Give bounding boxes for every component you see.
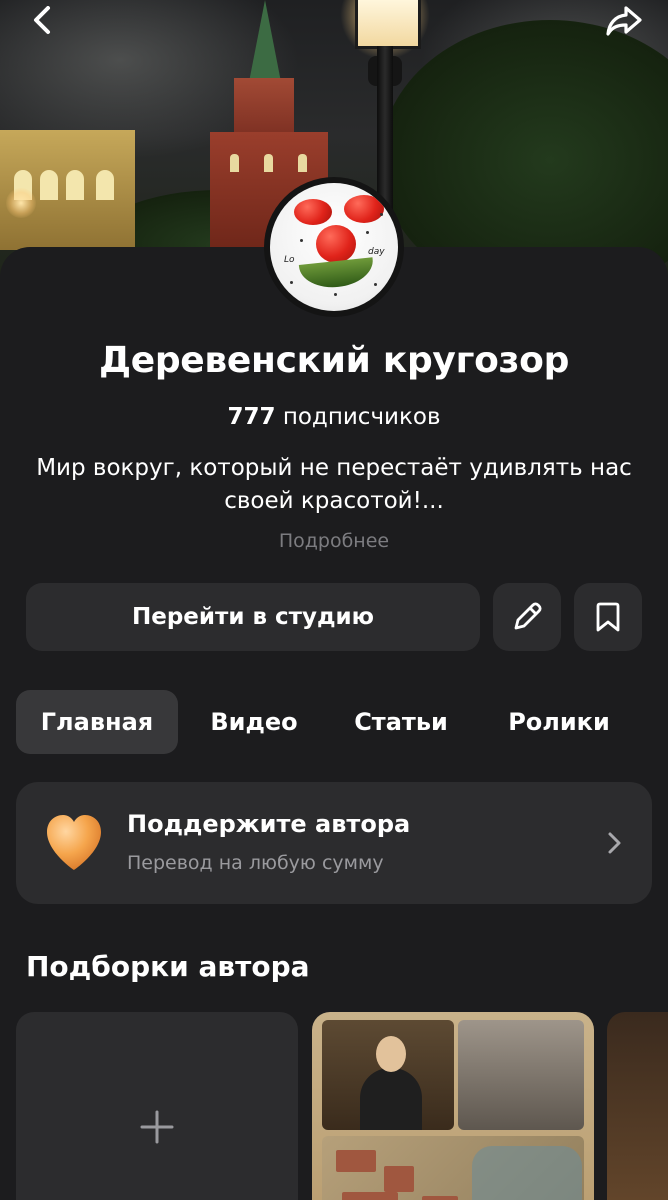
more-link[interactable]: Подробнее: [0, 530, 668, 552]
tab-shorts[interactable]: Ролики: [490, 690, 628, 754]
street-lamp: [355, 0, 421, 49]
go-to-studio-button[interactable]: Перейти в студию: [26, 583, 480, 651]
avatar-image: Lo day: [270, 183, 398, 311]
add-collection-button[interactable]: [16, 1012, 298, 1200]
pencil-icon: [514, 602, 542, 630]
edit-button[interactable]: [493, 583, 561, 651]
channel-description: Мир вокруг, который не перестаёт удивлят…: [36, 455, 632, 514]
avatar-text-right: day: [368, 247, 385, 257]
share-button[interactable]: [602, 0, 646, 44]
tab-articles[interactable]: Статьи: [338, 690, 464, 754]
support-title: Поддержите автора: [127, 810, 411, 838]
collection-cover-battle: [458, 1020, 584, 1130]
tower-spire: [249, 0, 281, 82]
collection-card[interactable]: [312, 1012, 594, 1200]
tomato-nose: [316, 225, 356, 263]
back-chevron-icon: [34, 6, 50, 34]
cucumber-mouth: [298, 257, 376, 291]
tab-main[interactable]: Главная: [16, 690, 178, 754]
tower-upper: [234, 78, 294, 138]
back-button[interactable]: [20, 0, 64, 44]
tomato-eye-left: [294, 199, 332, 225]
channel-page: Lo day Деревенский кругозор 777 подписчи…: [0, 0, 668, 1200]
collection-card[interactable]: [607, 1012, 668, 1200]
subscribers-label: подписчиков: [282, 404, 441, 430]
collection-cover-portrait: [322, 1020, 454, 1130]
bookmark-button[interactable]: [574, 583, 642, 651]
avatar[interactable]: Lo day: [264, 177, 404, 317]
channel-tabs: Главная Видео Статьи Ролики: [16, 690, 656, 754]
small-lamp: [6, 188, 36, 218]
subscribers-number: 777: [227, 404, 276, 430]
subscribers-count: 777 подписчиков: [0, 404, 668, 430]
tomato-eye-right: [344, 195, 384, 223]
tab-video[interactable]: Видео: [196, 690, 312, 754]
collection-cover-map: [322, 1136, 584, 1200]
plus-icon: [140, 1110, 174, 1144]
chevron-right-icon: [608, 832, 621, 854]
channel-title: Деревенский кругозор: [98, 340, 570, 381]
avatar-text-left: Lo: [284, 255, 295, 265]
support-subtitle: Перевод на любую сумму: [127, 852, 384, 874]
collections-title: Подборки автора: [26, 950, 310, 983]
support-author-card[interactable]: Поддержите автора Перевод на любую сумму: [16, 782, 652, 904]
bookmark-icon: [596, 602, 620, 632]
share-icon: [606, 6, 642, 36]
heart-icon: [47, 815, 101, 870]
